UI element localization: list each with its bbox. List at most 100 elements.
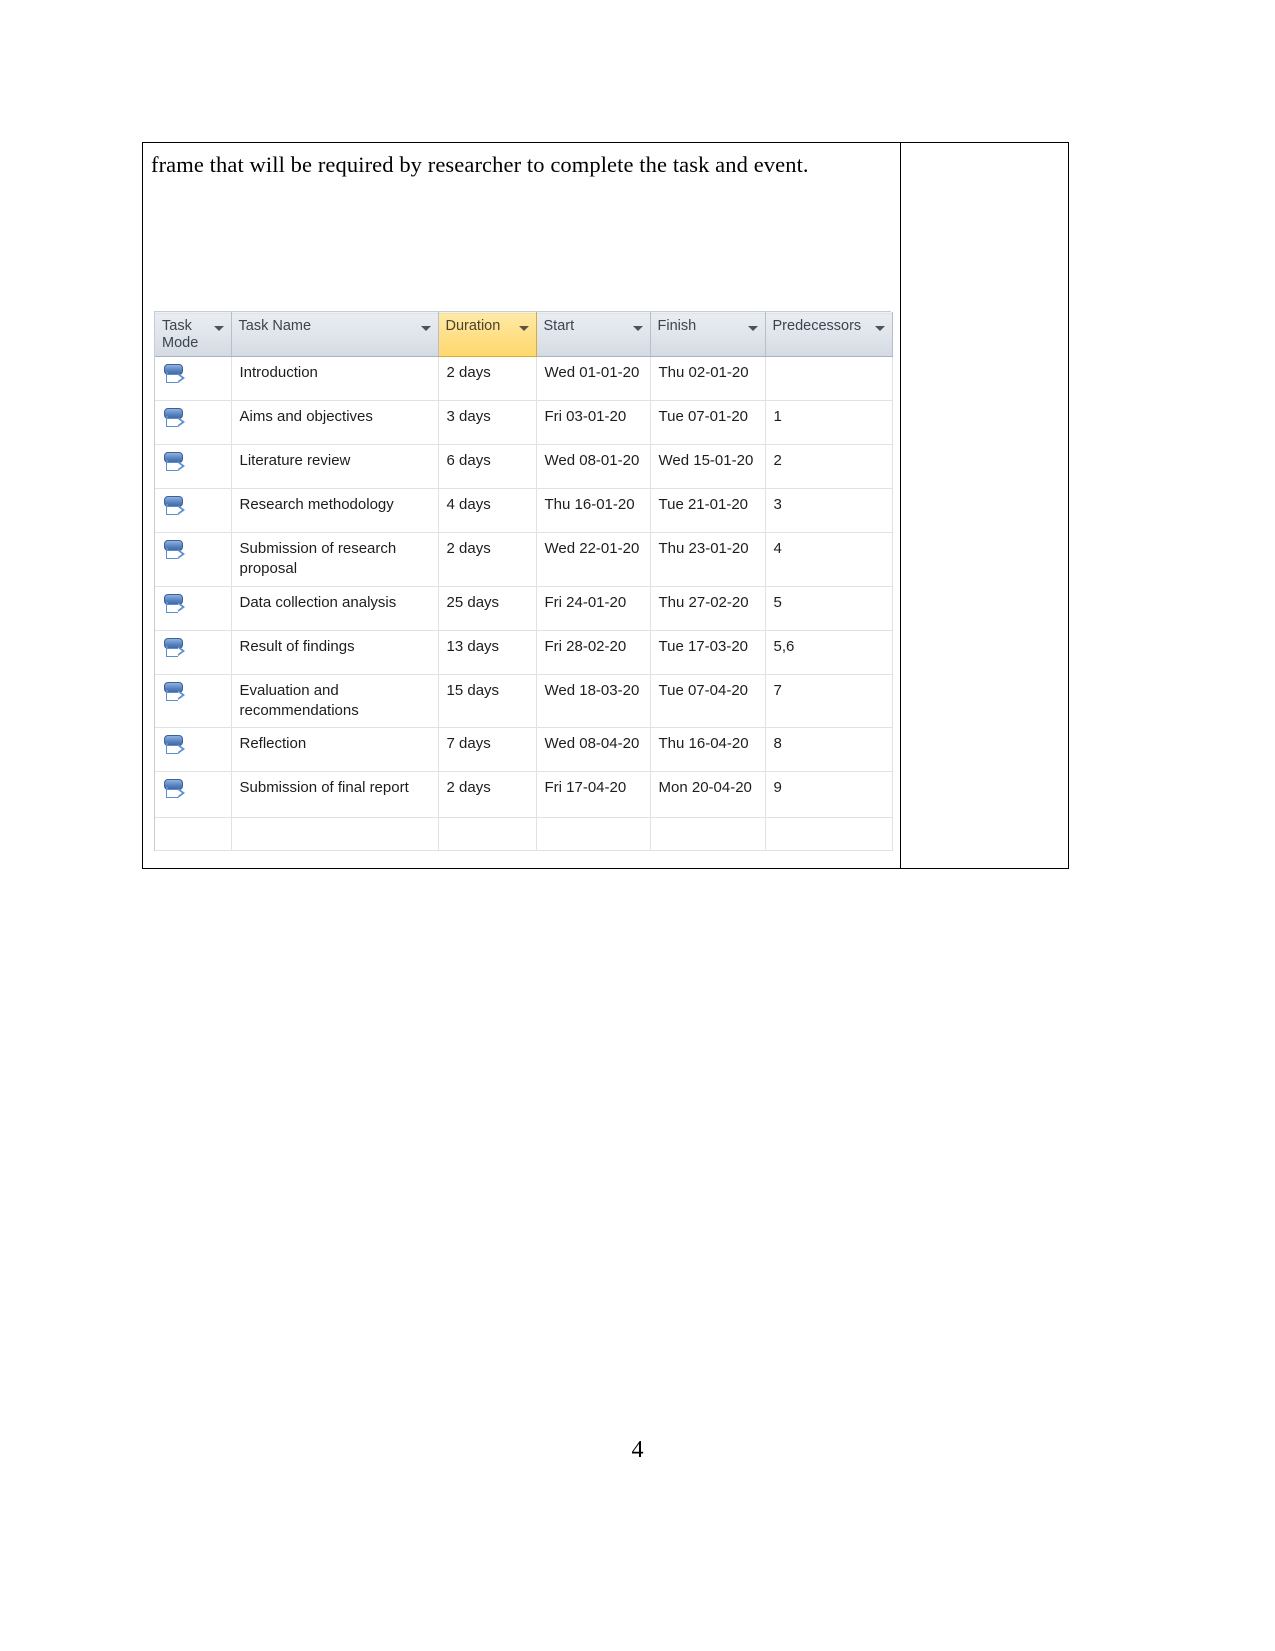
cell-predecessors[interactable]: 2 — [765, 444, 893, 490]
cell-finish[interactable]: Thu 16-04-20 — [650, 727, 766, 773]
cell-start[interactable]: Wed 08-01-20 — [536, 444, 651, 490]
cell-start[interactable]: Fri 28-02-20 — [536, 630, 651, 675]
cell-start[interactable]: Thu 16-01-20 — [536, 488, 651, 534]
table-row[interactable]: Evaluation and recommendations 15 days Wed… — [155, 674, 893, 729]
cell-predecessors[interactable]: 3 — [765, 488, 893, 534]
cell-task-name[interactable]: Research methodology — [231, 488, 439, 534]
column-header-duration[interactable]: Duration — [437, 311, 537, 358]
table-header-row: Task Mode Task Name Duration Start Finis… — [155, 311, 893, 358]
manually-scheduled-icon — [163, 593, 185, 617]
cell-duration[interactable]: 25 days — [438, 586, 537, 631]
manually-scheduled-icon — [163, 495, 185, 519]
cell-task-name[interactable]: Reflection — [231, 727, 439, 773]
cell-task-mode[interactable] — [155, 444, 232, 490]
cell-task-mode[interactable] — [155, 630, 232, 675]
cell-task-mode[interactable] — [155, 586, 232, 631]
cell-task-name[interactable]: Submission of final report — [231, 771, 439, 819]
cell-task-mode[interactable] — [155, 400, 232, 446]
cell-predecessors[interactable]: 4 — [765, 532, 893, 587]
cell-start[interactable]: Wed 08-04-20 — [536, 727, 651, 773]
cell-task-name[interactable]: Submission of research proposal — [231, 532, 439, 587]
chevron-down-icon[interactable] — [747, 326, 758, 331]
cell-task-mode[interactable] — [155, 674, 232, 729]
column-header-finish[interactable]: Finish — [650, 311, 766, 358]
table-row-empty[interactable] — [155, 817, 893, 852]
cell-finish[interactable]: Thu 27-02-20 — [650, 586, 766, 631]
cell-finish[interactable]: Tue 07-01-20 — [650, 400, 766, 446]
page-number: 4 — [631, 1437, 644, 1463]
column-header-start[interactable]: Start — [536, 311, 651, 358]
cell-finish[interactable]: Wed 15-01-20 — [650, 444, 766, 490]
manually-scheduled-icon — [163, 539, 185, 563]
cell-task-mode[interactable] — [155, 488, 232, 534]
cell-duration[interactable]: 2 days — [438, 356, 537, 402]
cell-finish[interactable]: Thu 23-01-20 — [650, 532, 766, 587]
cell-start[interactable]: Wed 01-01-20 — [536, 356, 651, 402]
chevron-down-icon[interactable] — [632, 326, 643, 331]
cell-duration[interactable]: 4 days — [438, 488, 537, 534]
cell-start[interactable]: Wed 18-03-20 — [536, 674, 651, 729]
chevron-down-icon[interactable] — [874, 326, 885, 331]
cell-predecessors[interactable]: 7 — [765, 674, 893, 729]
cell-predecessors[interactable]: 5,6 — [765, 630, 893, 675]
cell-empty[interactable] — [438, 817, 537, 852]
chevron-down-icon[interactable] — [213, 326, 224, 331]
cell-task-mode[interactable] — [155, 727, 232, 773]
cell-finish[interactable]: Tue 17-03-20 — [650, 630, 766, 675]
cell-task-name[interactable]: Literature review — [231, 444, 439, 490]
cell-task-mode[interactable] — [155, 771, 232, 819]
chevron-down-icon[interactable] — [518, 326, 529, 331]
table-row[interactable]: Reflection 7 days Wed 08-04-20 Thu 16-04-20… — [155, 727, 893, 773]
table-row[interactable]: Introduction 2 days Wed 01-01-20 Thu 02-01-… — [155, 356, 893, 402]
cell-duration[interactable]: 15 days — [438, 674, 537, 729]
cell-duration[interactable]: 7 days — [438, 727, 537, 773]
cell-predecessors[interactable]: 9 — [765, 771, 893, 819]
table-row[interactable]: Research methodology 4 days Thu 16-01-20 Tu… — [155, 488, 893, 534]
cell-predecessors[interactable]: 5 — [765, 586, 893, 631]
cell-finish[interactable]: Tue 21-01-20 — [650, 488, 766, 534]
cell-finish[interactable]: Mon 20-04-20 — [650, 771, 766, 819]
cell-task-name[interactable]: Result of findings — [231, 630, 439, 675]
cell-duration[interactable]: 2 days — [438, 532, 537, 587]
cell-predecessors[interactable]: 1 — [765, 400, 893, 446]
table-row[interactable]: Data collection analysis 25 days Fri 24-01… — [155, 586, 893, 631]
cell-start[interactable]: Wed 22-01-20 — [536, 532, 651, 587]
cell-start[interactable]: Fri 03-01-20 — [536, 400, 651, 446]
cell-task-mode[interactable] — [155, 356, 232, 402]
column-header-label: Start — [543, 318, 575, 334]
cell-start[interactable]: Fri 17-04-20 — [536, 771, 651, 819]
table-row[interactable]: Literature review 6 days Wed 08-01-20 Wed 1… — [155, 444, 893, 490]
cell-empty[interactable] — [155, 817, 232, 852]
cell-duration[interactable]: 6 days — [438, 444, 537, 490]
table-row[interactable]: Result of findings 13 days Fri 28-02-20 Tue… — [155, 630, 893, 675]
column-header-predecessors[interactable]: Predecessors — [765, 311, 893, 358]
cell-duration[interactable]: 3 days — [438, 400, 537, 446]
column-header-task-mode[interactable]: Task Mode — [155, 311, 232, 358]
cell-predecessors[interactable]: 8 — [765, 727, 893, 773]
cell-task-name[interactable]: Aims and objectives — [231, 400, 439, 446]
cell-finish[interactable]: Tue 07-04-20 — [650, 674, 766, 729]
cell-empty[interactable] — [231, 817, 439, 852]
manually-scheduled-icon — [163, 778, 185, 802]
cell-task-name[interactable]: Introduction — [231, 356, 439, 402]
cell-duration[interactable]: 13 days — [438, 630, 537, 675]
cell-empty[interactable] — [765, 817, 893, 852]
column-header-label: Finish — [657, 318, 697, 334]
chevron-down-icon[interactable] — [420, 326, 431, 331]
cell-finish[interactable]: Thu 02-01-20 — [650, 356, 766, 402]
cell-empty[interactable] — [650, 817, 766, 852]
intro-paragraph: frame that will be required by researche… — [151, 152, 809, 177]
table-row[interactable]: Submission of research proposal 2 days Wed… — [155, 532, 893, 587]
cell-predecessors[interactable] — [765, 356, 893, 402]
table-row[interactable]: Submission of final report 2 days Fri 17-0… — [155, 771, 893, 819]
cell-task-name[interactable]: Evaluation and recommendations — [231, 674, 439, 729]
cell-task-name[interactable]: Data collection analysis — [231, 586, 439, 631]
cell-start[interactable]: Fri 24-01-20 — [536, 586, 651, 631]
cell-task-mode[interactable] — [155, 532, 232, 587]
table-row[interactable]: Aims and objectives 3 days Fri 03-01-20 Tue… — [155, 400, 893, 446]
column-header-task-name[interactable]: Task Name — [231, 311, 439, 358]
cell-duration[interactable]: 2 days — [438, 771, 537, 819]
table-body: Introduction 2 days Wed 01-01-20 Thu 02-01-… — [155, 356, 893, 852]
column-header-label: Predecessors — [772, 318, 862, 334]
cell-empty[interactable] — [536, 817, 651, 852]
